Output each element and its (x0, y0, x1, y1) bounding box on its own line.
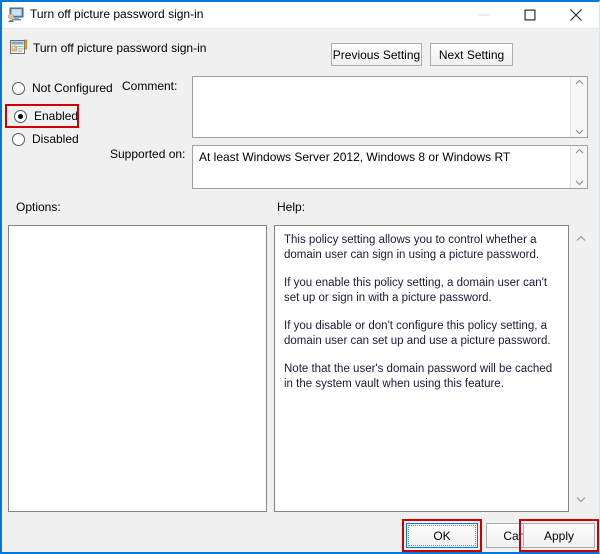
previous-setting-button[interactable]: Previous Setting (331, 43, 422, 66)
help-scrollbar[interactable] (572, 225, 590, 512)
next-setting-button[interactable]: Next Setting (430, 43, 513, 66)
chevron-up-icon[interactable] (575, 79, 584, 85)
apply-button[interactable]: Apply (523, 523, 595, 548)
chevron-up-icon[interactable] (576, 229, 586, 247)
close-icon[interactable] (553, 2, 598, 28)
comment-value[interactable] (193, 77, 570, 137)
chevron-down-icon[interactable] (576, 490, 586, 508)
help-paragraph: Note that the user's domain password wil… (284, 363, 553, 390)
supported-on-field: At least Windows Server 2012, Windows 8 … (192, 145, 588, 189)
comment-label: Comment: (122, 79, 178, 93)
radio-label: Not Configured (32, 81, 113, 95)
policy-monitor-icon (7, 7, 24, 23)
radio-enabled[interactable]: Enabled (14, 109, 78, 123)
help-paragraph: If you enable this policy setting, a dom… (284, 277, 548, 304)
radio-label: Enabled (34, 109, 79, 123)
help-label: Help: (277, 200, 306, 214)
help-panel: This policy setting allows you to contro… (274, 225, 569, 512)
policy-setting-icon (10, 39, 28, 57)
comment-scrollbar[interactable] (570, 77, 587, 137)
radio-label: Disabled (32, 132, 79, 146)
supported-on-label: Supported on: (110, 147, 186, 161)
supported-on-value: At least Windows Server 2012, Windows 8 … (199, 150, 511, 164)
chevron-down-icon[interactable] (575, 180, 584, 186)
radio-indicator-selected (14, 109, 27, 123)
minimize-icon[interactable] (461, 2, 506, 28)
radio-indicator (12, 81, 25, 95)
options-panel[interactable] (8, 225, 267, 512)
comment-field[interactable] (192, 76, 588, 138)
supported-on-scrollbar[interactable] (570, 146, 587, 188)
window-title: Turn off picture password sign-in (30, 7, 204, 21)
chevron-down-icon[interactable] (575, 129, 584, 135)
radio-not-configured[interactable]: Not Configured (12, 81, 113, 95)
help-paragraph: This policy setting allows you to contro… (284, 234, 540, 261)
group-policy-setting-dialog: Turn off picture password sign-in Turn o… (0, 0, 600, 554)
ok-button[interactable]: OK (406, 523, 478, 548)
title-bar: Turn off picture password sign-in (2, 2, 599, 29)
radio-disabled[interactable]: Disabled (12, 132, 79, 146)
radio-indicator (12, 132, 25, 146)
maximize-icon[interactable] (507, 2, 552, 28)
options-label: Options: (16, 200, 61, 214)
chevron-up-icon[interactable] (575, 148, 584, 154)
setting-title: Turn off picture password sign-in (33, 41, 207, 55)
help-text: This policy setting allows you to contro… (284, 233, 559, 392)
help-paragraph: If you disable or don't configure this p… (284, 320, 551, 347)
